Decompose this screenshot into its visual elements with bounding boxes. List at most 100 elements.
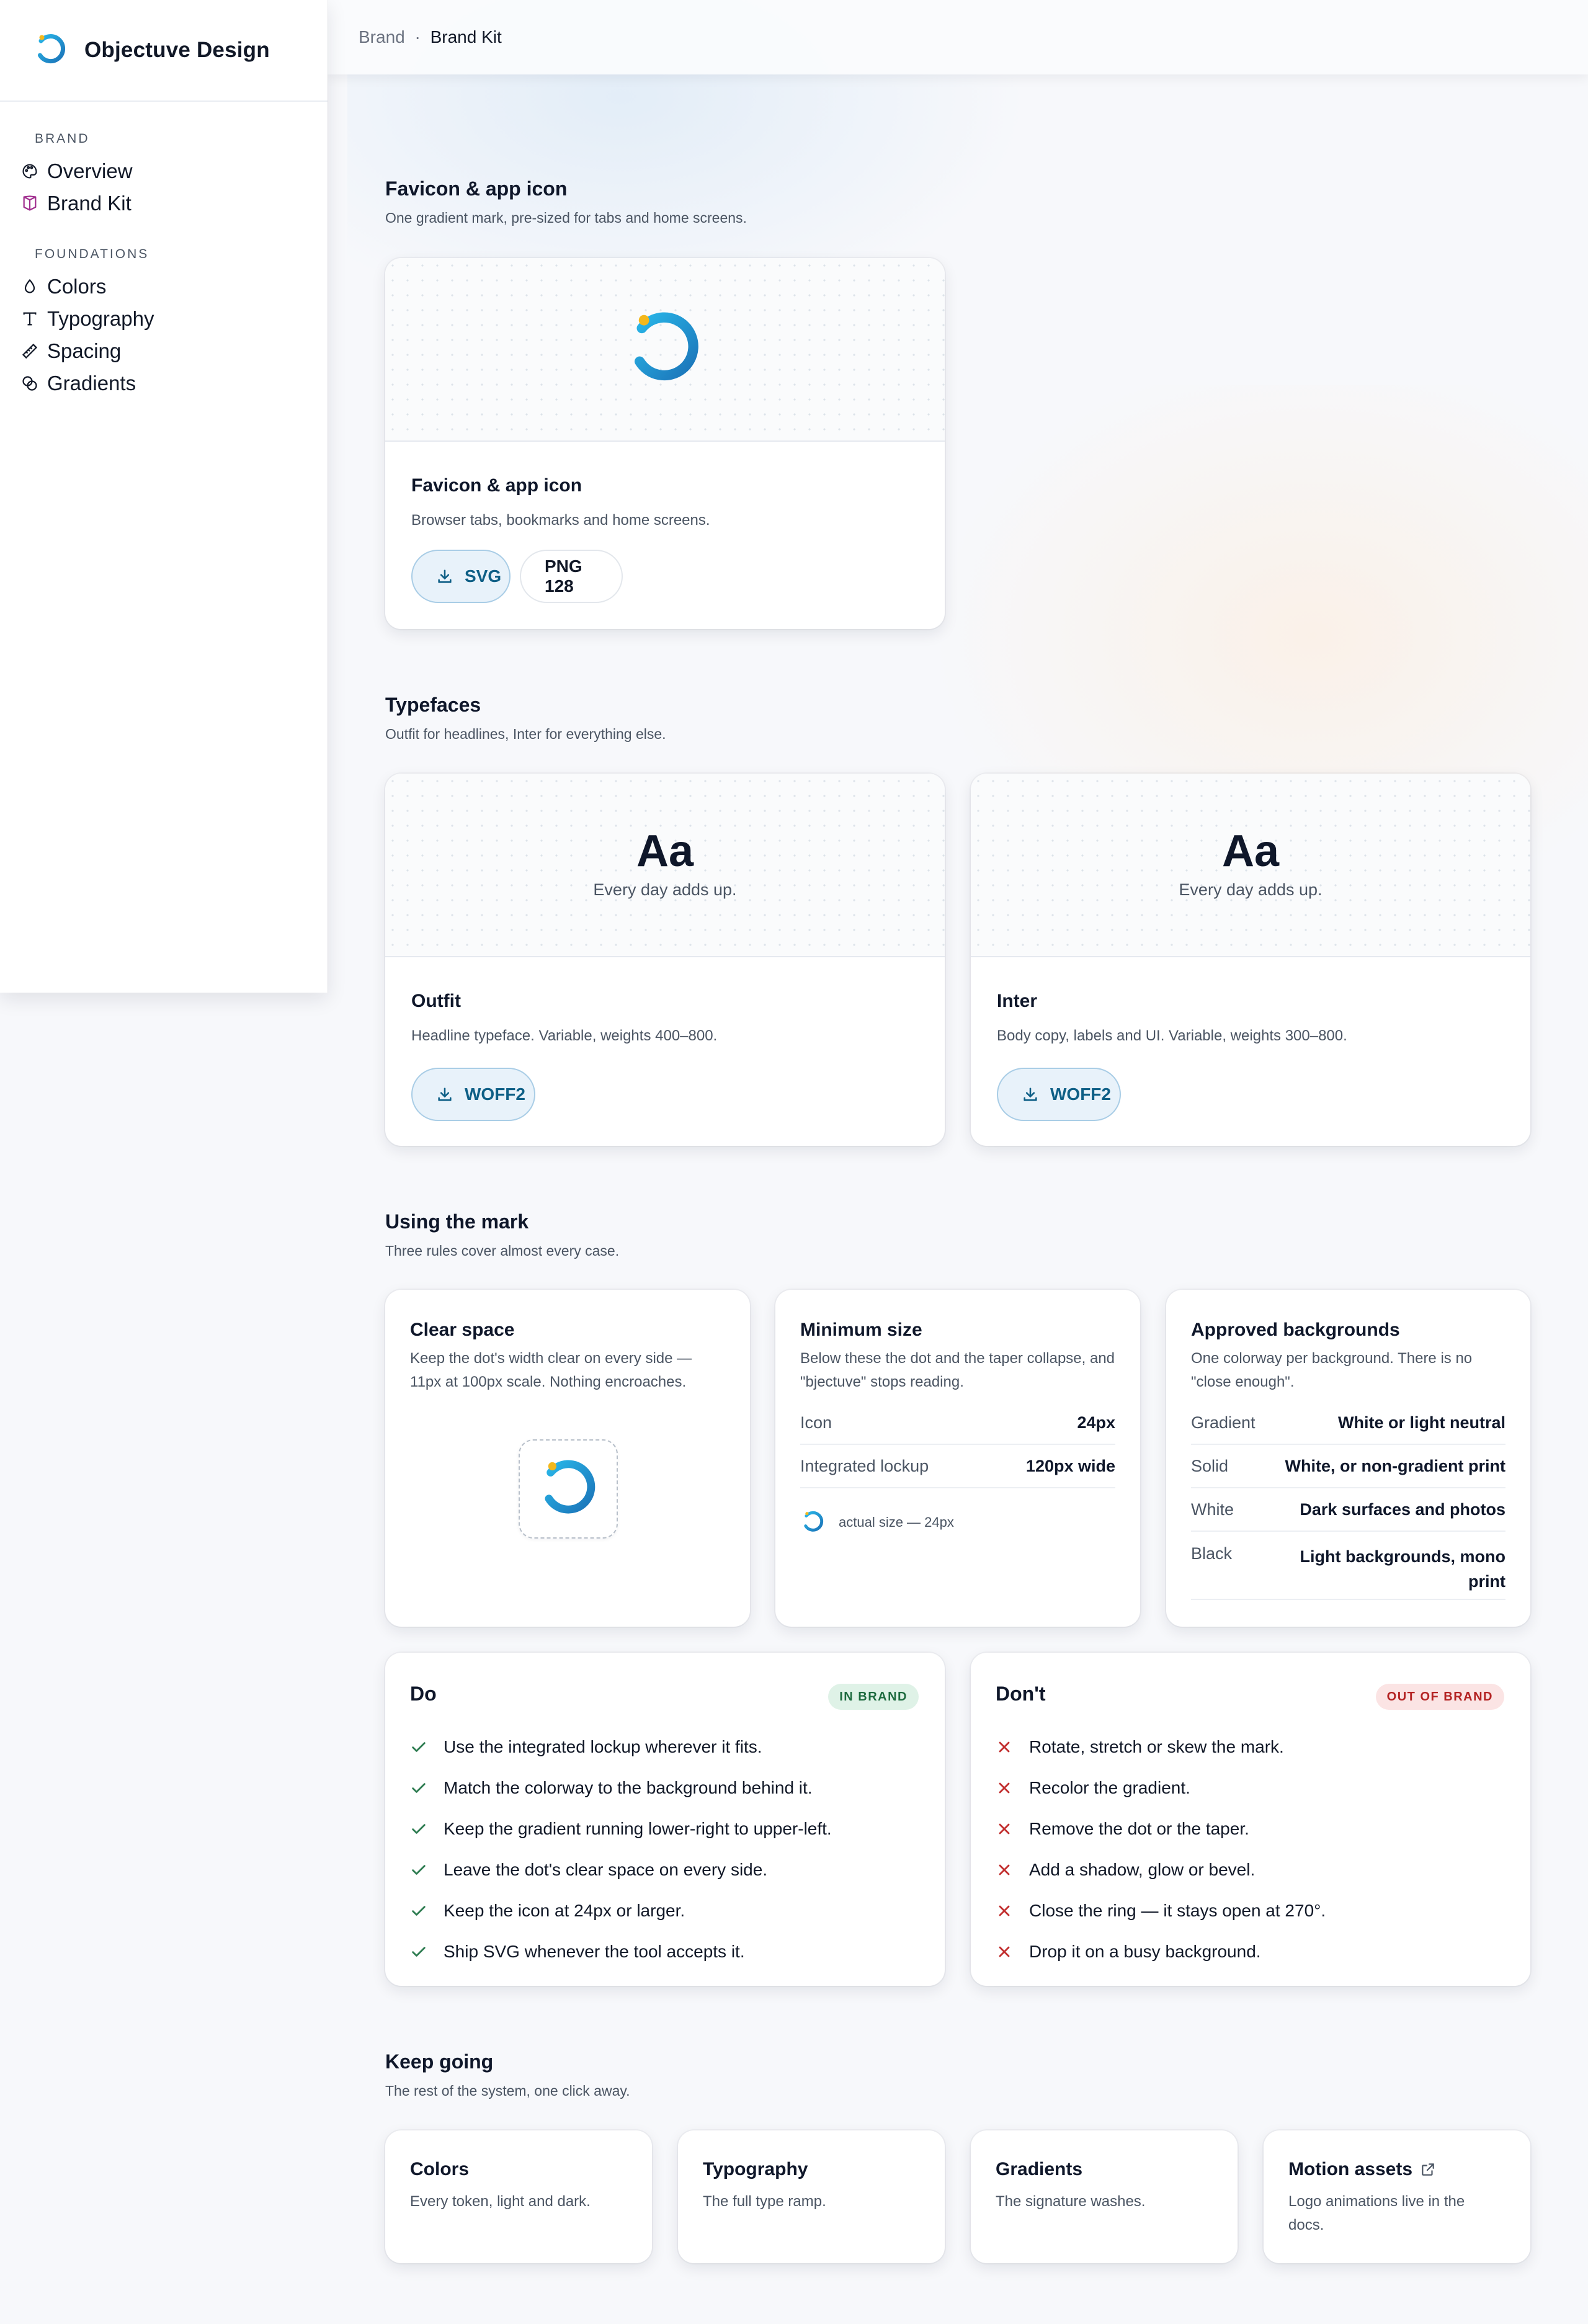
download-png-button[interactable]: PNG 128 xyxy=(520,550,623,603)
list-item: Keep the gradient running lower-right to… xyxy=(410,1819,832,1839)
palette-icon xyxy=(21,163,38,180)
sidebar-item-spacing[interactable]: Spacing xyxy=(21,335,328,367)
list-item-text: Add a shadow, glow or bevel. xyxy=(1029,1860,1256,1879)
breadcrumb-current: Brand Kit xyxy=(430,27,502,47)
download-woff2-inter-button[interactable]: WOFF2 xyxy=(997,1068,1121,1121)
external-link-icon xyxy=(1420,2161,1436,2178)
download-icon xyxy=(436,568,453,585)
clear-space-desc: Keep the dot's width clear on every side… xyxy=(410,1350,692,1390)
section-subtitle-keep-going: The rest of the system, one click away. xyxy=(385,2083,630,2099)
typeface-preview-outfit: Aa Every day adds up. xyxy=(385,774,945,957)
list-item-text: Remove the dot or the taper. xyxy=(1029,1819,1249,1838)
sidebar-item-typography[interactable]: Typography xyxy=(21,303,328,335)
background-row: Black Light backgrounds, mono print xyxy=(1191,1532,1505,1600)
download-woff2-label: WOFF2 xyxy=(1050,1084,1111,1104)
list-item: Rotate, stretch or skew the mark. xyxy=(996,1737,1284,1757)
approved-backgrounds-title: Approved backgrounds xyxy=(1191,1320,1400,1340)
x-icon xyxy=(996,1820,1013,1838)
sidebar-item-gradients[interactable]: Gradients xyxy=(21,367,328,400)
list-item: Remove the dot or the taper. xyxy=(996,1819,1249,1839)
link-card-desc: Logo animations live in the docs. xyxy=(1288,2193,1465,2233)
link-card-colors[interactable]: Colors Every token, light and dark. xyxy=(385,2130,652,2263)
x-icon xyxy=(996,1943,1013,1960)
minimum-size-row: Integrated lockup 120px wide xyxy=(800,1445,1115,1488)
row-value: White, or non-gradient print xyxy=(1285,1456,1505,1475)
typeface-desc-outfit: Headline typeface. Variable, weights 400… xyxy=(411,1027,718,1044)
section-subtitle-typefaces: Outfit for headlines, Inter for everythi… xyxy=(385,726,666,742)
typeface-sample-text-outfit: Every day adds up. xyxy=(593,880,737,899)
clear-space-diagram xyxy=(519,1439,618,1539)
favicon-card-desc: Browser tabs, bookmarks and home screens… xyxy=(411,512,710,529)
sidebar-item-label: Spacing xyxy=(47,339,122,362)
breadcrumb-parent[interactable]: Brand xyxy=(359,27,405,47)
download-woff2-outfit-button[interactable]: WOFF2 xyxy=(411,1068,535,1121)
check-icon xyxy=(410,1738,427,1756)
favicon-mark-icon xyxy=(635,312,698,381)
brand-header[interactable]: Objectuve Design xyxy=(0,0,328,102)
link-card-typography[interactable]: Typography The full type ramp. xyxy=(678,2130,945,2263)
do-card: Do IN BRAND Use the integrated lockup wh… xyxy=(385,1653,945,1986)
list-item-text: Close the ring — it stays open at 270°. xyxy=(1029,1901,1326,1920)
out-of-brand-badge: OUT OF BRAND xyxy=(1375,1684,1504,1710)
approved-backgrounds-desc: One colorway per background. There is no… xyxy=(1191,1350,1473,1390)
link-card-gradients[interactable]: Gradients The signature washes. xyxy=(971,2130,1238,2263)
nav-section-foundations: FOUNDATIONS Colors Typography Spacing Gr… xyxy=(0,247,328,400)
list-item: Ship SVG whenever the tool accepts it. xyxy=(410,1942,745,1962)
download-svg-label: SVG xyxy=(465,566,502,586)
sidebar-item-brand-kit[interactable]: Brand Kit xyxy=(21,187,328,220)
row-key: Solid xyxy=(1191,1456,1229,1475)
x-icon xyxy=(996,1861,1013,1879)
sidebar-item-label: Colors xyxy=(47,275,107,298)
link-card-desc: The full type ramp. xyxy=(703,2193,826,2210)
nav-section-brand: BRAND Overview Brand Kit xyxy=(0,132,328,220)
row-key: Icon xyxy=(800,1413,832,1432)
row-value: 120px wide xyxy=(1025,1456,1115,1475)
list-item-text: Rotate, stretch or skew the mark. xyxy=(1029,1737,1284,1756)
section-title-mark: Using the mark xyxy=(385,1210,529,1233)
link-card-desc: The signature washes. xyxy=(996,2193,1146,2210)
check-icon xyxy=(410,1943,427,1960)
list-item: Drop it on a busy background. xyxy=(996,1942,1261,1962)
link-card-motion-assets[interactable]: Motion assets Logo animations live in th… xyxy=(1264,2130,1530,2263)
x-icon xyxy=(996,1902,1013,1920)
sidebar-item-overview[interactable]: Overview xyxy=(21,155,328,187)
check-icon xyxy=(410,1902,427,1920)
list-item: Keep the icon at 24px or larger. xyxy=(410,1901,685,1921)
box-icon xyxy=(21,195,38,212)
list-item-text: Keep the icon at 24px or larger. xyxy=(444,1901,685,1920)
row-value: 24px xyxy=(1077,1413,1115,1432)
minimum-size-card: Minimum size Below these the dot and the… xyxy=(775,1290,1140,1627)
sidebar-item-label: Typography xyxy=(47,307,154,330)
link-card-title-row: Motion assets xyxy=(1288,2159,1436,2180)
download-svg-button[interactable]: SVG xyxy=(411,550,511,603)
link-card-title: Motion assets xyxy=(1288,2159,1413,2179)
list-item: Match the colorway to the background beh… xyxy=(410,1778,813,1798)
small-mark-icon xyxy=(804,1511,824,1532)
do-title: Do xyxy=(410,1683,437,1705)
list-item: Use the integrated lockup wherever it fi… xyxy=(410,1737,762,1757)
link-card-title: Typography xyxy=(703,2159,808,2179)
nav-heading-brand: BRAND xyxy=(35,132,90,146)
droplet-icon xyxy=(21,278,38,295)
x-icon xyxy=(996,1738,1013,1756)
brand-name: Objectuve Design xyxy=(84,38,270,62)
typeface-card-inter: Aa Every day adds up. Inter Body copy, l… xyxy=(971,774,1530,1146)
minimum-size-desc: Below these the dot and the taper collap… xyxy=(800,1350,1115,1390)
list-item-text: Match the colorway to the background beh… xyxy=(444,1778,813,1797)
nav-heading-foundations: FOUNDATIONS xyxy=(35,247,149,261)
favicon-card-title: Favicon & app icon xyxy=(411,475,582,496)
background-row: White Dark surfaces and photos xyxy=(1191,1488,1505,1532)
sidebar-item-label: Gradients xyxy=(47,372,136,395)
breadcrumb-separator: · xyxy=(414,27,421,47)
background-row: Solid White, or non-gradient print xyxy=(1191,1445,1505,1488)
sidebar-item-label: Overview xyxy=(47,159,133,182)
section-subtitle-mark: Three rules cover almost every case. xyxy=(385,1243,620,1259)
ruler-icon xyxy=(21,342,38,360)
typeface-sample-text-inter: Every day adds up. xyxy=(1179,880,1323,899)
in-brand-badge: IN BRAND xyxy=(828,1684,919,1710)
section-title-typefaces: Typefaces xyxy=(385,694,481,716)
sidebar-item-colors[interactable]: Colors xyxy=(21,270,328,303)
row-key: White xyxy=(1191,1499,1234,1519)
list-item: Add a shadow, glow or bevel. xyxy=(996,1860,1255,1880)
link-card-title: Gradients xyxy=(996,2159,1083,2179)
